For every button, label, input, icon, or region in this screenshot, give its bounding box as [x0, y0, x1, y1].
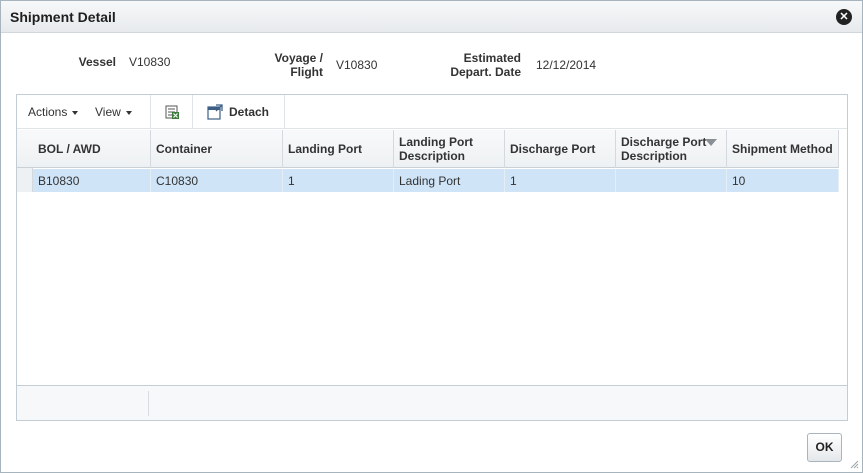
estimated-depart-date-label: Estimated Depart. Date — [431, 51, 521, 79]
detach-button[interactable]: Detach — [229, 105, 269, 119]
column-header-text: Description — [399, 149, 466, 163]
dialog-title: Shipment Detail — [10, 9, 116, 25]
column-header-landing-port[interactable]: Landing Port — [283, 130, 394, 168]
column-header-text: Container — [156, 142, 213, 156]
cell-discharge-port: 1 — [505, 169, 616, 192]
column-header-text: Landing Port — [288, 142, 362, 156]
table-header: BOL / AWD Container Landing Port Landing… — [17, 130, 839, 168]
cell-container: C10830 — [151, 169, 283, 192]
table-footer — [17, 385, 847, 420]
column-header-text: Shipment Method — [732, 142, 833, 156]
shipment-detail-dialog: Shipment Detail ✕ Vessel V10830 Voyage /… — [0, 0, 863, 473]
column-header-text: Description — [621, 149, 688, 163]
view-menu[interactable]: View — [95, 105, 132, 119]
column-header-text: BOL / AWD — [38, 142, 101, 156]
column-header-landing-port-description[interactable]: Landing Port Description — [394, 130, 505, 168]
actions-menu[interactable]: Actions — [28, 105, 79, 119]
vessel-value: V10830 — [129, 55, 171, 69]
toolbar-divider — [150, 95, 151, 129]
column-header-text: Discharge Port — [621, 135, 707, 149]
close-icon[interactable]: ✕ — [836, 9, 852, 25]
column-header-container[interactable]: Container — [151, 130, 283, 168]
table-row[interactable]: B10830 C10830 1 Lading Port 1 10 — [33, 169, 839, 192]
chevron-down-icon — [125, 110, 132, 115]
detach-icon[interactable] — [207, 104, 223, 120]
ok-button[interactable]: OK — [807, 433, 842, 462]
column-header-discharge-port-description[interactable]: Discharge Port Description — [616, 130, 727, 168]
cell-discharge-port-description — [616, 169, 727, 192]
depart-label-line2: Depart. Date — [450, 65, 521, 79]
table-toolbar: Actions View Detach — [17, 95, 847, 129]
toolbar-divider — [192, 95, 193, 129]
voyage-flight-label: Voyage / Flight — [251, 51, 323, 79]
column-header-text: Discharge Port — [510, 142, 596, 156]
chevron-down-icon — [72, 110, 79, 115]
voyage-label-line1: Voyage / — [274, 51, 323, 65]
depart-label-line1: Estimated — [463, 51, 521, 65]
estimated-depart-date-value: 12/12/2014 — [536, 58, 597, 72]
column-header-bol-awd[interactable]: BOL / AWD — [33, 130, 151, 168]
column-header-shipment-method[interactable]: Shipment Method — [727, 130, 839, 168]
footer-divider — [148, 391, 149, 416]
toolbar-divider — [284, 95, 285, 129]
cell-bol-awd: B10830 — [33, 169, 151, 192]
view-menu-label: View — [95, 105, 121, 119]
cell-landing-port: 1 — [283, 169, 394, 192]
actions-menu-label: Actions — [28, 105, 68, 119]
cell-landing-port-description: Lading Port — [394, 169, 505, 192]
shipment-table-panel: Actions View Detach BOL / AWD Container … — [16, 94, 848, 421]
dialog-titlebar: Shipment Detail ✕ — [1, 1, 862, 33]
resize-grip-icon[interactable] — [849, 459, 859, 469]
voyage-flight-value: V10830 — [336, 58, 378, 72]
column-header-discharge-port[interactable]: Discharge Port — [505, 130, 616, 168]
sort-descending-icon[interactable] — [705, 139, 717, 146]
cell-shipment-method: 10 — [727, 169, 839, 192]
export-excel-icon[interactable] — [164, 104, 180, 120]
vessel-label: Vessel — [78, 55, 116, 69]
column-header-text: Landing Port — [399, 135, 473, 149]
voyage-label-line2: Flight — [290, 65, 323, 79]
